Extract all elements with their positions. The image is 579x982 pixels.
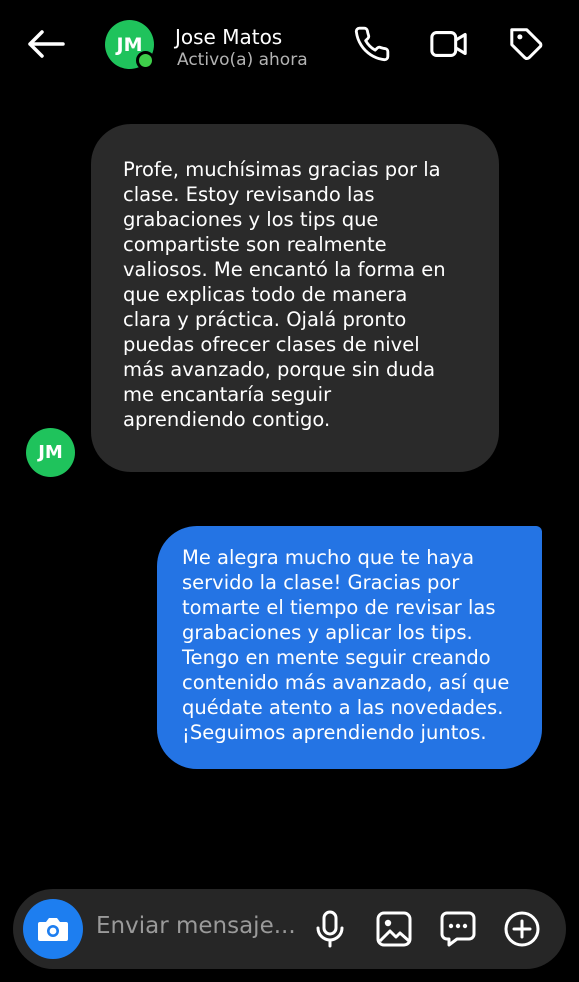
tag-icon <box>510 28 543 60</box>
sticker-chat-icon <box>440 911 476 947</box>
online-status-dot <box>136 51 155 70</box>
microphone-icon <box>316 910 344 948</box>
voice-call-button[interactable] <box>352 24 392 64</box>
phone-icon <box>354 26 390 62</box>
back-arrow-icon <box>28 30 65 58</box>
sender-avatar-initials: JM <box>38 442 63 463</box>
outgoing-message-bubble[interactable]: Me alegra mucho que te haya servido la c… <box>157 526 542 769</box>
incoming-message-bubble[interactable]: Profe, muchísimas gracias por la clase. … <box>91 124 499 472</box>
message-composer: Enviar mensaje... <box>13 889 566 969</box>
camera-icon <box>38 918 68 941</box>
add-button[interactable] <box>502 909 542 949</box>
incoming-message-text: Profe, muchísimas gracias por la clase. … <box>123 158 446 431</box>
tag-button[interactable] <box>507 24 547 64</box>
back-button[interactable] <box>22 24 68 64</box>
sender-avatar[interactable]: JM <box>26 428 75 477</box>
plus-circle-icon <box>504 911 540 947</box>
image-icon <box>376 911 412 947</box>
message-input[interactable]: Enviar mensaje... <box>96 913 311 947</box>
outgoing-message-text: Me alegra mucho que te haya servido la c… <box>182 546 510 744</box>
video-camera-icon <box>430 31 467 57</box>
contact-status: Activo(a) ahora <box>177 50 308 70</box>
voice-message-button[interactable] <box>310 909 350 949</box>
chat-header: JM Jose Matos Activo(a) ahora <box>0 0 579 90</box>
sticker-button[interactable] <box>438 909 478 949</box>
video-call-button[interactable] <box>429 24 469 64</box>
gallery-button[interactable] <box>374 909 414 949</box>
camera-button[interactable] <box>23 899 83 959</box>
contact-name[interactable]: Jose Matos <box>175 25 282 49</box>
